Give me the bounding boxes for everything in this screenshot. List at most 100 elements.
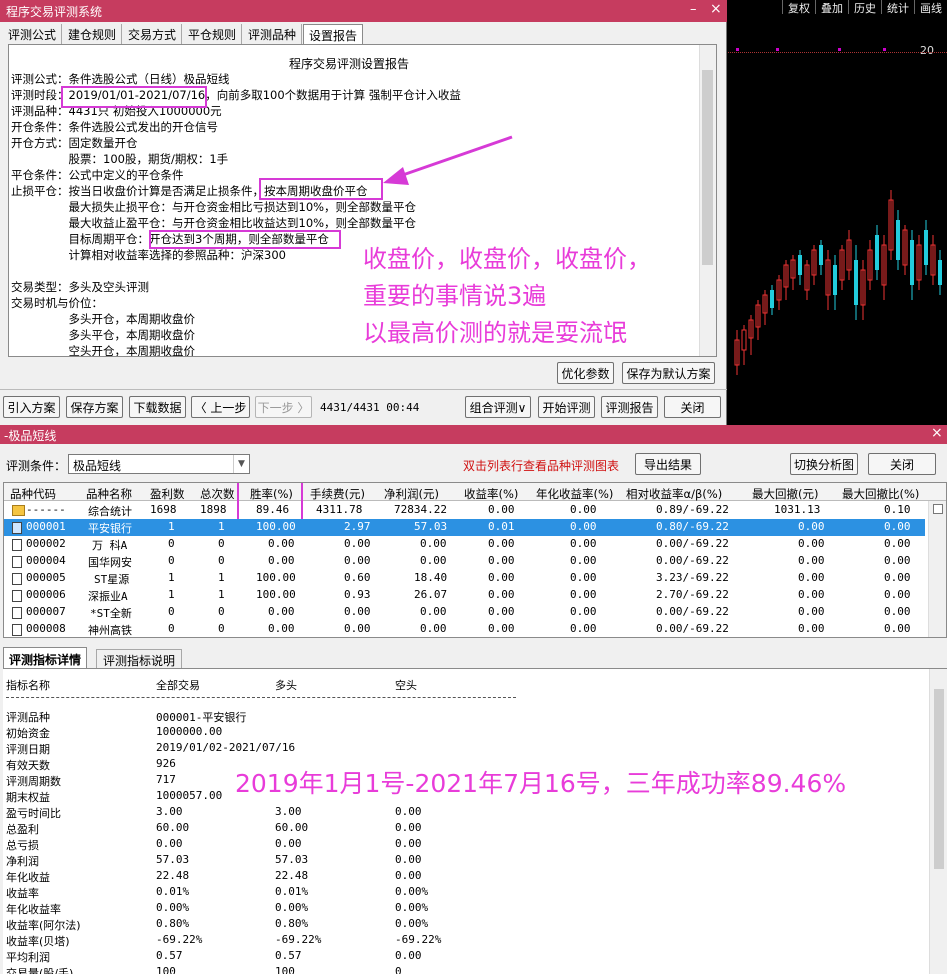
detail-value: 57.03 [275, 853, 309, 866]
detail-label: 年化收益率 [6, 903, 61, 916]
table-scrollbar[interactable] [928, 501, 946, 637]
highlight-box-period [61, 86, 207, 108]
col-header[interactable]: 品种名称 [86, 486, 132, 502]
cell: 0.00 [570, 622, 597, 635]
cell-code: 000005 [26, 571, 66, 584]
tab-instruments[interactable]: 评测品种 [243, 24, 303, 44]
col-header[interactable]: 年化收益率(%) [536, 486, 613, 502]
scrollbar-thumb[interactable] [702, 70, 713, 265]
detail-value: 0.00% [275, 901, 309, 914]
cell: 0.89/-69.22 [656, 503, 729, 516]
tab-build-rules[interactable]: 建仓规则 [63, 24, 123, 44]
menu-item-fuquan[interactable]: 复权 [782, 0, 815, 15]
cell: 0.01 [488, 520, 515, 533]
tab-close-rules[interactable]: 平仓规则 [183, 24, 243, 44]
detail-panel: 指标名称 全部交易 多头 空头 评测品种 000001-平安银行 初始资金 1000… [3, 668, 947, 974]
close-icon[interactable]: × [931, 425, 943, 441]
close-button[interactable]: 关闭 [868, 453, 936, 475]
minimize-icon[interactable]: – [690, 2, 697, 17]
detail-tab[interactable]: 评测指标说明 [96, 649, 183, 668]
menu-item-huaxian[interactable]: 画线 [914, 0, 947, 15]
cell: 18.40 [414, 571, 448, 584]
detail-value: 100 [156, 965, 176, 974]
condition-value: 极品短线 [73, 459, 122, 473]
results-window: -极品短线 × 评测条件： 极品短线 ▼ 双击列表行查看品种评测图表 导出结果 … [0, 425, 947, 974]
next-step-button[interactable]: 下一步 〉 [255, 396, 312, 418]
menu-item-lishi[interactable]: 历史 [848, 0, 881, 15]
cell: 0.00 [884, 571, 911, 584]
cell-name: 平安银行 [88, 522, 132, 535]
cell: 0.00 [884, 554, 911, 567]
table-row[interactable]: 000004 国华网安 0 0 0.00 0.00 0.00 0.00 0.00… [4, 553, 925, 570]
menu-item-diejia[interactable]: 叠加 [815, 0, 848, 15]
col-header[interactable]: 相对收益率α/β(%) [626, 486, 722, 502]
report-scrollbar[interactable] [699, 45, 716, 356]
detail-label: 交易量(股/手) [6, 967, 74, 974]
detail-value: 0.00 [275, 837, 302, 850]
cell: 1 [168, 520, 175, 533]
combo-eval-button[interactable]: 组合评测∨ [465, 396, 531, 418]
export-results-button[interactable]: 导出结果 [635, 453, 701, 475]
marker-dot [736, 48, 739, 51]
cell: 2.97 [344, 520, 371, 533]
col-header[interactable]: 盈利数 [150, 486, 185, 502]
condition-select[interactable]: 极品短线 ▼ [68, 454, 250, 474]
kline-chart-area[interactable]: 复权 叠加 历史 统计 画线 20 [728, 0, 947, 425]
grid-line [728, 52, 947, 53]
close-icon[interactable]: × [710, 1, 722, 17]
eval-report-button[interactable]: 评测报告 [601, 396, 658, 418]
cell: 0.00 [488, 622, 515, 635]
cell: 0.00 [488, 588, 515, 601]
col-header[interactable]: 净利润(元) [384, 486, 439, 502]
save-default-button[interactable]: 保存为默认方案 [622, 362, 715, 384]
cell: 0.00 [344, 605, 371, 618]
menu-item-tongji[interactable]: 统计 [881, 0, 914, 15]
detail-value: 60.00 [156, 821, 190, 834]
detail-tab-active[interactable]: 评测指标详情 [3, 647, 88, 668]
col-header[interactable]: 最大回撤(元) [752, 486, 818, 502]
start-eval-button[interactable]: 开始评测 [538, 396, 595, 418]
prev-step-button[interactable]: 〈 上一步 [191, 396, 250, 418]
cell-code: 000002 [26, 537, 66, 550]
cell: 0.00 [420, 537, 447, 550]
cell-name: 神州高铁 [88, 624, 132, 637]
tab-trade-mode[interactable]: 交易方式 [123, 24, 183, 44]
cell: 0 [218, 622, 225, 635]
scrollbar-thumb[interactable] [934, 689, 944, 869]
table-row[interactable]: 000001 平安银行 1 1 100.00 2.97 57.03 0.01 0… [4, 519, 925, 536]
table-row[interactable]: 000007 *ST全新 0 0 0.00 0.00 0.00 0.00 0.0… [4, 604, 925, 621]
col-header[interactable]: 手续费(元) [310, 486, 365, 502]
cell: 0.00 [268, 605, 295, 618]
scrollbar-thumb[interactable] [933, 504, 943, 514]
col-header[interactable]: 收益率(%) [464, 486, 518, 502]
switch-chart-button[interactable]: 切换分析图 [790, 453, 858, 475]
cell: 100.00 [256, 571, 296, 584]
detail-value: 100 [275, 965, 295, 974]
table-row[interactable]: 000002 万 科A 0 0 0.00 0.00 0.00 0.00 0.00… [4, 536, 925, 553]
detail-scrollbar[interactable] [929, 669, 947, 974]
detail-label: 收益率 [6, 887, 39, 900]
document-icon [12, 573, 22, 585]
close-button[interactable]: 关闭 [664, 396, 721, 418]
detail-value: 1000057.00 [156, 789, 223, 802]
cell: 0.00 [798, 588, 825, 601]
save-scheme-button[interactable]: 保存方案 [66, 396, 123, 418]
chevron-down-icon[interactable]: ▼ [233, 455, 249, 473]
col-header[interactable]: 最大回撤比(%) [842, 486, 919, 502]
table-row[interactable]: 000008 神州高铁 0 0 0.00 0.00 0.00 0.00 0.00… [4, 621, 925, 637]
detail-value: -69.22% [395, 933, 442, 946]
col-header[interactable]: 总次数 [200, 486, 235, 502]
col-header[interactable]: 品种代码 [10, 486, 56, 502]
detail-value: 0.01% [156, 885, 190, 898]
cell: 0.00 [798, 537, 825, 550]
optimize-params-button[interactable]: 优化参数 [557, 362, 614, 384]
tab-settings-report[interactable]: 设置报告 [303, 24, 364, 45]
hint-text: 双击列表行查看品种评测图表 [463, 459, 620, 473]
table-row[interactable]: ------ 综合统计 1698 1898 89.46 4311.78 7283… [4, 502, 925, 519]
download-data-button[interactable]: 下载数据 [129, 396, 186, 418]
tab-formula[interactable]: 评测公式 [3, 24, 63, 44]
cell: 0.00 [420, 554, 447, 567]
import-scheme-button[interactable]: 引入方案 [3, 396, 60, 418]
table-row[interactable]: 000005 ST星源 1 1 100.00 0.60 18.40 0.00 0… [4, 570, 925, 587]
table-row[interactable]: 000006 深振业A 1 1 100.00 0.93 26.07 0.00 0… [4, 587, 925, 604]
